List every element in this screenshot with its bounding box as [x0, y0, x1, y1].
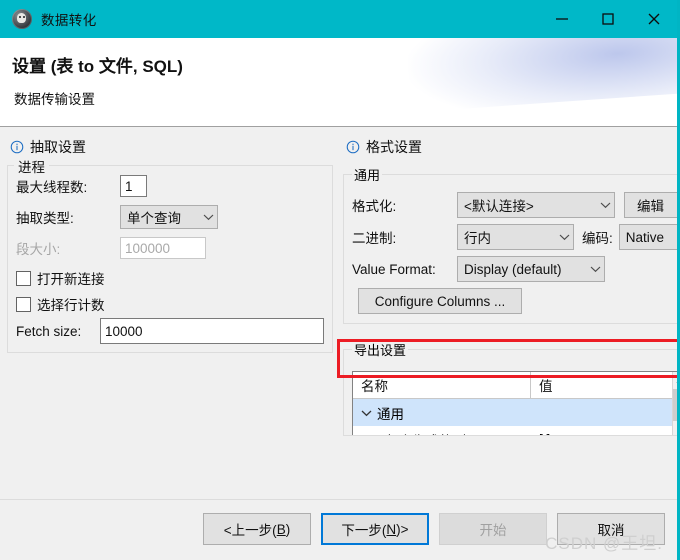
info-icon — [346, 140, 360, 154]
segment-size-input: 100000 — [120, 237, 206, 259]
segment-size-label: 段大小: — [16, 242, 61, 257]
minimize-icon[interactable] — [539, 0, 585, 38]
chevron-down-icon[interactable] — [359, 409, 373, 417]
export-settings-table[interactable]: 名称 值 通用 — [352, 371, 677, 436]
formatting-row: 格式化: <默认连接> 编辑 — [352, 192, 677, 218]
chevron-down-icon — [203, 214, 214, 221]
fetch-size-label: Fetch size: — [16, 323, 82, 339]
general-format-group: 通用 格式化: <默认连接> 编辑 二进制: 行内 编码: Native Val… — [343, 165, 677, 324]
table-cell-name: 包含生成的列 — [353, 430, 531, 436]
table-cell-value: [ ] — [531, 432, 550, 435]
back-button-label-pre: <上一步( — [223, 523, 277, 538]
configure-columns-button[interactable]: Configure Columns ... — [358, 288, 522, 314]
value-format-combo[interactable]: Display (default) — [457, 256, 605, 282]
process-group-label: 进程 — [14, 156, 49, 176]
binary-label: 二进制: — [352, 231, 397, 246]
back-button-label-post: ) — [285, 521, 291, 537]
extraction-section-label: 抽取设置 — [30, 139, 86, 155]
configure-columns-row: Configure Columns ... — [352, 288, 677, 314]
window-title: 数据转化 — [41, 13, 97, 28]
table-row[interactable]: 包含生成的列 [ ] — [353, 426, 672, 436]
binary-value: 行内 — [464, 231, 491, 246]
encoding-label: 编码: — [582, 231, 613, 246]
window-controls — [539, 0, 677, 38]
extraction-settings-panel: 抽取设置 进程 最大线程数: 1 抽取类型: 单个查询 段大小: 100000 … — [0, 137, 336, 436]
chevron-down-icon — [590, 266, 601, 273]
chevron-up-icon[interactable] — [673, 372, 677, 389]
table-row[interactable]: 通用 — [353, 399, 672, 426]
header-glow-decoration — [403, 38, 677, 113]
chevron-down-icon — [559, 234, 570, 241]
value-format-row: Value Format: Display (default) — [352, 256, 677, 282]
encoding-combo[interactable]: Native — [618, 224, 677, 250]
close-icon[interactable] — [631, 0, 677, 38]
column-header-name: 名称 — [353, 372, 531, 398]
next-button-label-post: )> — [396, 521, 409, 537]
page-subtitle: 数据传输设置 — [14, 92, 95, 107]
open-new-connection-row[interactable]: 打开新连接 — [16, 267, 324, 289]
formatting-combo[interactable]: <默认连接> — [457, 192, 615, 218]
formatting-value: <默认连接> — [464, 199, 534, 214]
page-title: 设置 (表 to 文件, SQL) — [12, 57, 183, 76]
process-group: 进程 最大线程数: 1 抽取类型: 单个查询 段大小: 100000 打开新连接… — [7, 156, 333, 353]
edit-format-button[interactable]: 编辑 — [624, 192, 677, 218]
general-format-group-label: 通用 — [354, 168, 381, 183]
open-new-connection-checkbox[interactable] — [16, 270, 31, 286]
value-format-label: Value Format: — [352, 261, 436, 277]
export-table-body: 名称 值 通用 — [353, 372, 672, 436]
dialog-footer: <上一步(B) 下一步(N)> 开始 取消 CSDN @王坦. — [0, 499, 677, 560]
extract-type-row: 抽取类型: 单个查询 — [16, 205, 324, 229]
select-row-count-checkbox[interactable] — [16, 296, 31, 312]
select-row-count-row[interactable]: 选择行计数 — [16, 293, 324, 315]
export-settings-group: 导出设置 名称 值 通用 — [343, 340, 677, 436]
table-header-row: 名称 值 — [353, 372, 672, 399]
export-settings-group-label: 导出设置 — [354, 343, 407, 358]
extract-type-value: 单个查询 — [127, 211, 181, 226]
back-button[interactable]: <上一步(B) — [203, 513, 311, 545]
open-new-connection-label: 打开新连接 — [37, 272, 105, 287]
formatting-label: 格式化: — [352, 199, 397, 214]
next-button[interactable]: 下一步(N)> — [321, 513, 429, 545]
max-threads-input[interactable]: 1 — [120, 175, 147, 197]
fetch-size-row: Fetch size: 10000 — [16, 318, 324, 344]
dialog-body: 抽取设置 进程 最大线程数: 1 抽取类型: 单个查询 段大小: 100000 … — [0, 127, 677, 560]
start-button: 开始 — [439, 513, 547, 545]
maximize-icon[interactable] — [585, 0, 631, 38]
next-button-mnemonic: N — [386, 521, 397, 537]
dbeaver-app-icon — [12, 9, 32, 29]
segment-size-row: 段大小: 100000 — [16, 236, 324, 260]
max-threads-row: 最大线程数: 1 — [16, 174, 324, 198]
binary-row: 二进制: 行内 编码: Native — [352, 224, 677, 250]
chevron-down-icon — [600, 202, 611, 209]
info-icon — [10, 140, 24, 154]
scrollbar-thumb[interactable] — [672, 389, 677, 421]
title-bar: 数据转化 — [0, 0, 677, 38]
back-button-mnemonic: B — [276, 521, 286, 537]
format-section-title: 格式设置 — [346, 137, 677, 157]
table-scrollbar[interactable] — [671, 372, 677, 435]
next-button-label-pre: 下一步( — [341, 523, 387, 538]
extraction-section-title: 抽取设置 — [10, 137, 336, 157]
data-transfer-dialog: 数据转化 设置 (表 to 文件, SQL) 数据传输设置 抽取设置 进程 最大… — [0, 0, 680, 560]
table-cell-name-text: 通用 — [377, 406, 404, 422]
value-format-value: Display (default) — [464, 261, 562, 277]
select-row-count-label: 选择行计数 — [37, 298, 105, 313]
dialog-header: 设置 (表 to 文件, SQL) 数据传输设置 — [0, 38, 677, 127]
table-cell-name: 通用 — [353, 403, 531, 423]
extract-type-label: 抽取类型: — [16, 211, 74, 226]
csdn-watermark: CSDN @王坦. — [545, 534, 663, 553]
max-threads-label: 最大线程数: — [16, 180, 88, 195]
extract-type-combo[interactable]: 单个查询 — [120, 205, 218, 229]
start-button-label: 开始 — [479, 523, 507, 538]
binary-combo[interactable]: 行内 — [457, 224, 574, 250]
encoding-value: Native — [625, 229, 665, 245]
format-section-label: 格式设置 — [366, 139, 422, 155]
column-header-value: 值 — [539, 379, 553, 394]
fetch-size-input[interactable]: 10000 — [100, 318, 324, 344]
format-settings-panel: 格式设置 通用 格式化: <默认连接> 编辑 二进制: 行内 编码: Nativ… — [336, 137, 677, 436]
